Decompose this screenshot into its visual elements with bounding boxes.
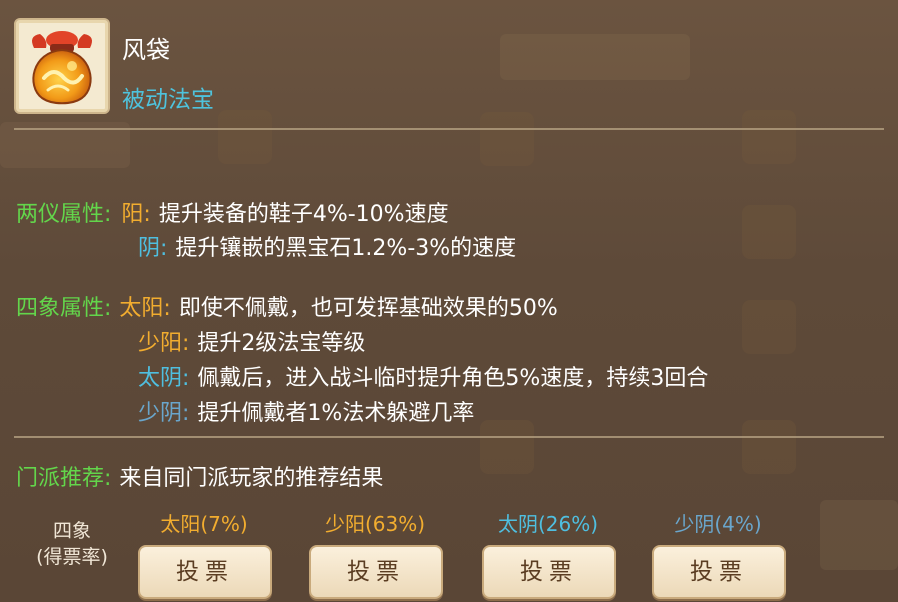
wind-bag-icon (32, 31, 92, 105)
vote-label-line2: (得票率) (36, 546, 108, 568)
item-type: 被动法宝 (122, 87, 214, 113)
shaoyin-effect-text: 提升佩戴者1%法术躲避几率 (197, 401, 475, 426)
yin-tag: 阴: (138, 236, 168, 261)
sixiang-taiyin-row: 太阴: 佩戴后，进入战斗临时提升角色5%速度，持续3回合 (138, 360, 708, 392)
yang-tag: 阳: (121, 202, 151, 227)
liangyi-yin-row: 阴: 提升镶嵌的黑宝石1.2%-3%的速度 (138, 230, 516, 262)
background-ghost-icon (218, 110, 272, 164)
background-ghost-icon (742, 300, 796, 354)
vote-option-shaoyang-label: 少阳(63%) (324, 512, 426, 536)
shaoyang-effect-text: 提升2级法宝等级 (197, 331, 366, 356)
background-ghost-icon (742, 205, 796, 259)
shaoyin-tag: 少阴: (138, 401, 190, 426)
vote-option-shaoyin-label: 少阴(4%) (674, 512, 762, 536)
recommend-row: 门派推荐: 来自同门派玩家的推荐结果 (16, 460, 383, 492)
background-ghost-icon (480, 112, 534, 166)
background-ghost-header (500, 34, 690, 80)
vote-button-taiyang[interactable]: 投票 (138, 545, 272, 599)
vote-button-shaoyin[interactable]: 投票 (652, 545, 786, 599)
divider-top (14, 128, 884, 130)
background-ghost-icon (742, 420, 796, 474)
vote-option-taiyang-label: 太阳(7%) (160, 512, 248, 536)
sixiang-taiyang-row: 四象属性: 太阳: 即使不佩戴，也可发挥基础效果的50% (16, 290, 558, 322)
vote-option-taiyin-label: 太阴(26%) (497, 512, 599, 536)
vote-label-line1: 四象 (52, 520, 91, 542)
taiyang-tag: 太阳: (119, 296, 171, 321)
background-ghost-icon (742, 110, 796, 164)
yin-effect-text: 提升镶嵌的黑宝石1.2%-3%的速度 (175, 236, 517, 261)
taiyang-effect-text: 即使不佩戴，也可发挥基础效果的50% (178, 296, 558, 321)
treasure-tooltip-panel: 风袋 被动法宝 两仪属性: 阳: 提升装备的鞋子4%-10%速度 阴: 提升镶嵌的黑宝… (0, 0, 898, 602)
vote-button-taiyin[interactable]: 投票 (482, 545, 616, 599)
divider-bottom (14, 436, 884, 438)
shaoyang-tag: 少阳: (138, 331, 190, 356)
sixiang-shaoyang-row: 少阳: 提升2级法宝等级 (138, 325, 365, 357)
liangyi-yang-row: 两仪属性: 阳: 提升装备的鞋子4%-10%速度 (16, 196, 449, 228)
yang-effect-text: 提升装备的鞋子4%-10%速度 (158, 202, 449, 227)
background-ghost-corner (820, 500, 898, 570)
sixiang-category-label: 四象属性: (16, 296, 112, 321)
taiyin-effect-text: 佩戴后，进入战斗临时提升角色5%速度，持续3回合 (197, 366, 709, 391)
liangyi-category-label: 两仪属性: (16, 202, 112, 227)
item-name: 风袋 (122, 36, 170, 64)
vote-button-shaoyang[interactable]: 投票 (309, 545, 443, 599)
vote-rate-label: 四象 (得票率) (22, 518, 122, 570)
item-icon-frame (14, 18, 110, 114)
background-ghost-icon (480, 420, 534, 474)
taiyin-tag: 太阴: (138, 366, 190, 391)
recommend-text: 来自同门派玩家的推荐结果 (119, 466, 384, 491)
recommend-category-label: 门派推荐: (16, 466, 112, 491)
sixiang-shaoyin-row: 少阴: 提升佩戴者1%法术躲避几率 (138, 395, 474, 427)
